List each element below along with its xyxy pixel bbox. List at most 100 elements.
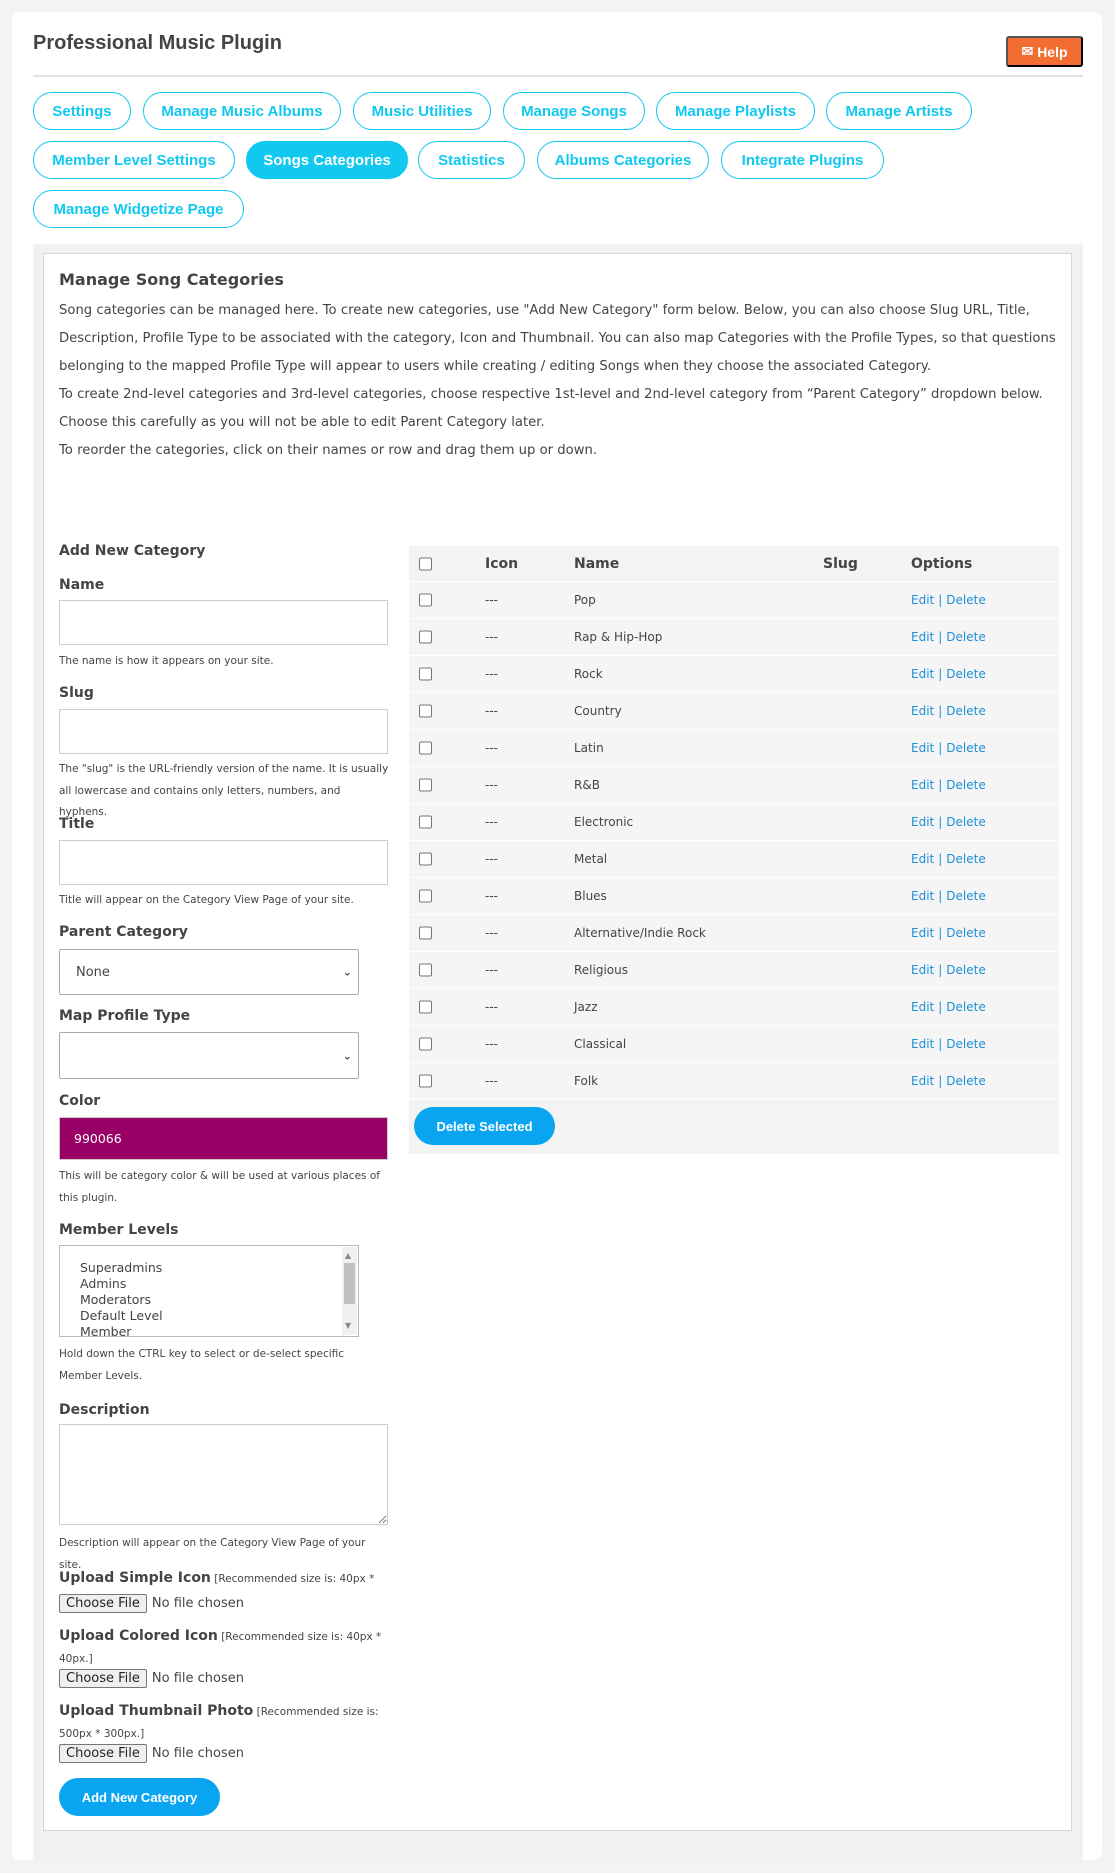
row-icon: --- xyxy=(485,815,498,829)
delete-link[interactable]: Delete xyxy=(946,593,985,607)
tab-integrate-plugins[interactable]: Integrate Plugins xyxy=(721,141,884,179)
tab-manage-widgetize-page[interactable]: Manage Widgetize Page xyxy=(33,190,244,228)
table-row[interactable]: --- Folk Edit | Delete xyxy=(409,1063,1059,1100)
tab-songs-categories[interactable]: Songs Categories xyxy=(246,141,408,179)
edit-link[interactable]: Edit xyxy=(911,704,934,718)
title-input[interactable] xyxy=(59,840,388,885)
tab-statistics[interactable]: Statistics xyxy=(418,141,525,179)
separator: | xyxy=(938,741,943,755)
table-row[interactable]: --- Classical Edit | Delete xyxy=(409,1026,1059,1063)
row-checkbox[interactable] xyxy=(419,926,432,940)
member-level-option[interactable]: Superadmins xyxy=(80,1260,358,1276)
table-row[interactable]: --- Alternative/Indie Rock Edit | Delete xyxy=(409,915,1059,952)
delete-link[interactable]: Delete xyxy=(946,963,985,977)
delete-link[interactable]: Delete xyxy=(946,778,985,792)
row-checkbox[interactable] xyxy=(419,593,432,607)
choose-file-button[interactable]: Choose File xyxy=(59,1669,147,1688)
row-checkbox[interactable] xyxy=(419,1074,432,1088)
simple-icon-file-input[interactable]: Choose File No file chosen xyxy=(59,1594,244,1613)
tab-manage-music-albums[interactable]: Manage Music Albums xyxy=(143,92,341,130)
row-checkbox[interactable] xyxy=(419,1037,432,1051)
edit-link[interactable]: Edit xyxy=(911,889,934,903)
table-row[interactable]: --- Country Edit | Delete xyxy=(409,693,1059,730)
row-options: Edit | Delete xyxy=(911,704,986,718)
table-row[interactable]: --- Jazz Edit | Delete xyxy=(409,989,1059,1026)
row-checkbox[interactable] xyxy=(419,778,432,792)
choose-file-button[interactable]: Choose File xyxy=(59,1744,147,1763)
delete-link[interactable]: Delete xyxy=(946,704,985,718)
edit-link[interactable]: Edit xyxy=(911,630,934,644)
parent-category-select[interactable]: None ⌄ xyxy=(59,949,359,995)
table-row[interactable]: --- Rock Edit | Delete xyxy=(409,656,1059,693)
map-profile-type-select[interactable]: ⌄ xyxy=(59,1032,359,1079)
edit-link[interactable]: Edit xyxy=(911,926,934,940)
delete-link[interactable]: Delete xyxy=(946,667,985,681)
description-textarea[interactable] xyxy=(59,1424,388,1525)
table-row[interactable]: --- Blues Edit | Delete xyxy=(409,878,1059,915)
row-checkbox[interactable] xyxy=(419,704,432,718)
table-row[interactable]: --- R&B Edit | Delete xyxy=(409,767,1059,804)
edit-link[interactable]: Edit xyxy=(911,963,934,977)
table-row[interactable]: --- Rap & Hip-Hop Edit | Delete xyxy=(409,619,1059,656)
row-options: Edit | Delete xyxy=(911,630,986,644)
delete-link[interactable]: Delete xyxy=(946,889,985,903)
edit-link[interactable]: Edit xyxy=(911,815,934,829)
row-checkbox[interactable] xyxy=(419,630,432,644)
edit-link[interactable]: Edit xyxy=(911,741,934,755)
select-all-checkbox[interactable] xyxy=(419,557,432,570)
title-label: Title xyxy=(59,816,95,832)
row-checkbox[interactable] xyxy=(419,852,432,866)
tab-member-level-settings[interactable]: Member Level Settings xyxy=(33,141,235,179)
slug-input[interactable] xyxy=(59,709,388,754)
edit-link[interactable]: Edit xyxy=(911,852,934,866)
row-checkbox[interactable] xyxy=(419,963,432,977)
choose-file-button[interactable]: Choose File xyxy=(59,1594,147,1613)
tab-manage-playlists[interactable]: Manage Playlists xyxy=(656,92,815,130)
table-row[interactable]: --- Latin Edit | Delete xyxy=(409,730,1059,767)
member-level-option[interactable]: Member xyxy=(80,1324,358,1336)
edit-link[interactable]: Edit xyxy=(911,778,934,792)
edit-link[interactable]: Edit xyxy=(911,1000,934,1014)
tab-manage-artists[interactable]: Manage Artists xyxy=(826,92,972,130)
delete-link[interactable]: Delete xyxy=(946,1000,985,1014)
scroll-down-icon[interactable]: ▼ xyxy=(345,1318,351,1334)
edit-link[interactable]: Edit xyxy=(911,1074,934,1088)
tab-albums-categories[interactable]: Albums Categories xyxy=(537,141,709,179)
scroll-up-icon[interactable]: ▲ xyxy=(345,1248,351,1264)
row-checkbox[interactable] xyxy=(419,889,432,903)
name-input[interactable] xyxy=(59,600,388,645)
help-button[interactable]: ✉ Help xyxy=(1006,36,1083,67)
row-checkbox[interactable] xyxy=(419,667,432,681)
row-checkbox[interactable] xyxy=(419,1000,432,1014)
scrollbar-thumb[interactable] xyxy=(344,1263,355,1304)
member-level-option[interactable]: Default Level xyxy=(80,1308,358,1324)
edit-link[interactable]: Edit xyxy=(911,1037,934,1051)
edit-link[interactable]: Edit xyxy=(911,667,934,681)
delete-link[interactable]: Delete xyxy=(946,1074,985,1088)
delete-link[interactable]: Delete xyxy=(946,815,985,829)
edit-link[interactable]: Edit xyxy=(911,593,934,607)
table-row[interactable]: --- Pop Edit | Delete xyxy=(409,582,1059,619)
colored-icon-file-input[interactable]: Choose File No file chosen xyxy=(59,1669,244,1688)
thumbnail-file-input[interactable]: Choose File No file chosen xyxy=(59,1744,244,1763)
delete-link[interactable]: Delete xyxy=(946,1037,985,1051)
member-level-option[interactable]: Admins xyxy=(80,1276,358,1292)
table-row[interactable]: --- Electronic Edit | Delete xyxy=(409,804,1059,841)
tab-settings[interactable]: Settings xyxy=(33,92,131,130)
member-levels-listbox[interactable]: Superadmins Admins Moderators Default Level… xyxy=(59,1245,359,1337)
row-checkbox[interactable] xyxy=(419,815,432,829)
tab-music-utilities[interactable]: Music Utilities xyxy=(353,92,491,130)
add-new-category-button[interactable]: Add New Category xyxy=(59,1778,220,1816)
delete-link[interactable]: Delete xyxy=(946,741,985,755)
listbox-scrollbar[interactable]: ▲ ▼ xyxy=(342,1247,357,1335)
tab-manage-songs[interactable]: Manage Songs xyxy=(503,92,645,130)
delete-link[interactable]: Delete xyxy=(946,852,985,866)
delete-selected-button[interactable]: Delete Selected xyxy=(414,1107,555,1145)
delete-link[interactable]: Delete xyxy=(946,630,985,644)
delete-link[interactable]: Delete xyxy=(946,926,985,940)
row-checkbox[interactable] xyxy=(419,741,432,755)
member-level-option[interactable]: Moderators xyxy=(80,1292,358,1308)
table-row[interactable]: --- Religious Edit | Delete xyxy=(409,952,1059,989)
color-picker-input[interactable]: 990066 xyxy=(59,1117,388,1160)
table-row[interactable]: --- Metal Edit | Delete xyxy=(409,841,1059,878)
